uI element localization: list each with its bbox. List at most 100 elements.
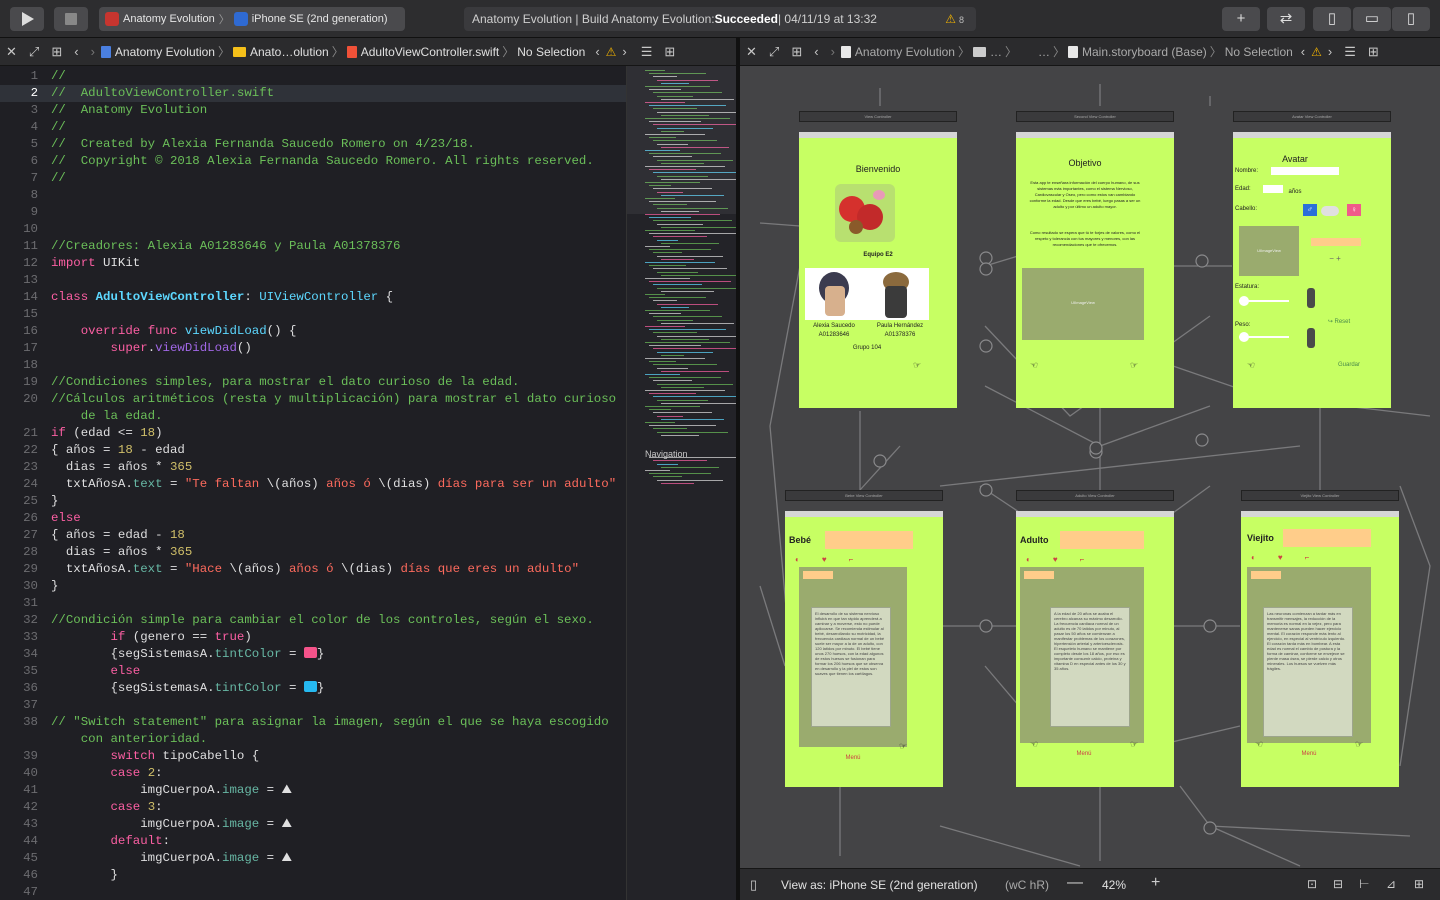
code-line[interactable]: 10 <box>0 221 626 238</box>
navigator-toggle-button[interactable]: ▯ <box>1313 7 1351 31</box>
lines-menu-icon[interactable]: ☰ <box>641 44 653 60</box>
scene-title-second-view-controller[interactable]: Second View Controller <box>1016 111 1174 122</box>
code-line[interactable]: 36 {segSistemasA.tintColor = } <box>0 680 626 697</box>
code-line[interactable]: 47 <box>0 884 626 900</box>
resolve-issues-icon[interactable]: ⊿ <box>1386 877 1396 891</box>
forward-arrow-icon[interactable]: › <box>831 44 835 59</box>
code-line[interactable]: 2 // AdultoViewController.swift <box>0 85 626 102</box>
menu-button[interactable]: Menú <box>1289 751 1329 757</box>
code-line[interactable]: 30} <box>0 578 626 595</box>
grid-icon[interactable]: ⊞ <box>791 44 802 60</box>
update-frames-icon[interactable]: ⊡ <box>1307 877 1317 891</box>
code-line[interactable]: 15 <box>0 306 626 323</box>
code-line[interactable]: 13 <box>0 272 626 289</box>
jump-ellipsis[interactable]: … <box>1038 45 1050 59</box>
back-hand-icon[interactable]: ☜ <box>1024 739 1044 750</box>
systems-icons[interactable]: ◐♥⌐ <box>795 555 905 565</box>
code-review-button[interactable]: ⇄ <box>1267 7 1305 31</box>
next-hand-icon[interactable]: ☞ <box>1124 360 1144 371</box>
zoom-in-button[interactable]: + <box>1151 874 1160 892</box>
code-line[interactable]: de la edad. <box>0 408 626 425</box>
code-line[interactable]: 41 imgCuerpoA.image = ⛰ <box>0 782 626 799</box>
code-line[interactable]: 38 // "Switch statement" para asignar la … <box>0 714 626 731</box>
scene-second-view-controller[interactable]: Objetivo Esta app te enseñara informació… <box>1016 132 1174 408</box>
code-line[interactable]: 29 txtAñosA.text = "Hace \(años) años ó … <box>0 561 626 578</box>
systems-icons[interactable]: ◐♥⌐ <box>1251 553 1361 563</box>
age-field[interactable] <box>1263 185 1283 193</box>
code-line[interactable]: 43 imgCuerpoA.image = ⛰ <box>0 816 626 833</box>
code-line[interactable]: 44 default: <box>0 833 626 850</box>
inspector-toggle-button[interactable]: ▯ <box>1392 7 1430 31</box>
scene-title-view-controller[interactable]: View Controller <box>799 111 957 122</box>
jump-selection[interactable]: No Selection <box>1225 45 1293 59</box>
forward-arrow-icon[interactable]: › <box>91 44 95 59</box>
code-line[interactable]: 32 //Condición simple para cambiar el col… <box>0 612 626 629</box>
jump-file[interactable]: Main.storyboard (Base) <box>1082 45 1207 59</box>
next-hand-icon[interactable]: ☞ <box>907 360 927 371</box>
code-line[interactable]: 33 if (genero == true) <box>0 629 626 646</box>
code-line[interactable]: 22 { años = 18 - edad <box>0 442 626 459</box>
embed-in-icon[interactable]: ⊞ <box>1414 877 1424 891</box>
jump-project[interactable]: Anatomy Evolution <box>855 45 955 59</box>
library-plus-button[interactable]: + <box>1222 7 1260 31</box>
expand-icon[interactable]: ⤢ <box>29 44 39 60</box>
systems-icons[interactable]: ◐♥⌐ <box>1026 555 1136 565</box>
code-line[interactable]: 20 //Cálculos aritméticos (resta y multip… <box>0 391 626 408</box>
code-line[interactable]: 8 <box>0 187 626 204</box>
jump-file[interactable]: AdultoViewController.swift <box>361 45 500 59</box>
next-issue-icon[interactable]: › <box>622 44 626 59</box>
code-line[interactable]: 17 super.viewDidLoad() <box>0 340 626 357</box>
close-icon[interactable]: ✕ <box>6 44 17 60</box>
scene-bebe-view-controller[interactable]: Bebé ◐♥⌐ El desarrollo de su sistema ner… <box>785 511 943 787</box>
next-hand-icon[interactable]: ☞ <box>893 741 913 752</box>
height-slider-thumb[interactable] <box>1239 296 1249 306</box>
female-icon[interactable]: ♀ <box>1347 204 1361 216</box>
prev-issue-icon[interactable]: ‹ <box>595 44 599 59</box>
code-line[interactable]: 31 <box>0 595 626 612</box>
code-line[interactable]: 45 imgCuerpoA.image = ⛰ <box>0 850 626 867</box>
gender-switch[interactable] <box>1321 206 1339 216</box>
jump-project[interactable]: Anatomy Evolution <box>115 45 215 59</box>
run-button[interactable] <box>10 7 44 31</box>
scene-viejito-view-controller[interactable]: Viejito ◐♥⌐ Las neuronas comienzan a tar… <box>1241 511 1399 787</box>
scene-view-controller[interactable]: Bienvenido Equipo E2 Alexia Saucedo Paul… <box>799 132 957 408</box>
jump-group[interactable]: … <box>990 45 1002 59</box>
code-line[interactable]: 27 { años = edad - 18 <box>0 527 626 544</box>
save-button[interactable]: Guardar <box>1329 362 1369 368</box>
code-line[interactable]: 18 <box>0 357 626 374</box>
minimap-viewport[interactable] <box>627 66 737 214</box>
code-line[interactable]: 14 class AdultoViewController: UIViewCont… <box>0 289 626 306</box>
code-line[interactable]: 16 override func viewDidLoad() { <box>0 323 626 340</box>
code-editor[interactable]: 1 // 2 // AdultoViewController.swift 3 // Ana… <box>0 66 626 900</box>
activity-viewer[interactable]: Anatomy Evolution | Build Anatomy Evolut… <box>464 7 976 31</box>
code-line[interactable]: 42 case 3: <box>0 799 626 816</box>
menu-button[interactable]: Menú <box>1064 751 1104 757</box>
jump-selection[interactable]: No Selection <box>517 45 585 59</box>
back-hand-icon[interactable]: ☜ <box>1024 360 1044 371</box>
code-line[interactable]: 37 <box>0 697 626 714</box>
scene-title-adulto-view-controller[interactable]: Adulto View Controller <box>1016 490 1174 501</box>
code-line[interactable]: 19 //Condiciones simples, para mostrar el… <box>0 374 626 391</box>
lines-menu-icon[interactable]: ☰ <box>1344 44 1356 60</box>
code-line[interactable]: 1 // <box>0 68 626 85</box>
next-hand-icon[interactable]: ☞ <box>1124 739 1144 750</box>
code-line[interactable]: 40 case 2: <box>0 765 626 782</box>
code-line[interactable]: 25} <box>0 493 626 510</box>
male-icon[interactable]: ♂ <box>1303 204 1317 216</box>
close-icon[interactable]: ✕ <box>746 44 757 60</box>
minimap[interactable]: Navigation <box>626 66 749 900</box>
code-line[interactable]: 12 import UIKit <box>0 255 626 272</box>
code-line[interactable]: 21 if (edad <= 18) <box>0 425 626 442</box>
pin-icon[interactable]: ⊢ <box>1359 877 1369 891</box>
debug-area-toggle-button[interactable]: ▭ <box>1353 7 1391 31</box>
code-line[interactable]: 9 <box>0 204 626 221</box>
scene-avatar-view-controller[interactable]: Avatar Nombre: Edad: años Cabello: ♂ ♀ U… <box>1233 132 1391 408</box>
code-line[interactable]: con anterioridad. <box>0 731 626 748</box>
code-line[interactable]: 26 else <box>0 510 626 527</box>
code-line[interactable]: 35 else <box>0 663 626 680</box>
zoom-out-button[interactable]: — <box>1067 874 1083 892</box>
code-line[interactable]: 39 switch tipoCabello { <box>0 748 626 765</box>
storyboard-canvas[interactable]: View Controller Second View Controller A… <box>740 66 1440 868</box>
stop-button[interactable] <box>54 7 88 31</box>
name-field[interactable] <box>1271 167 1339 175</box>
